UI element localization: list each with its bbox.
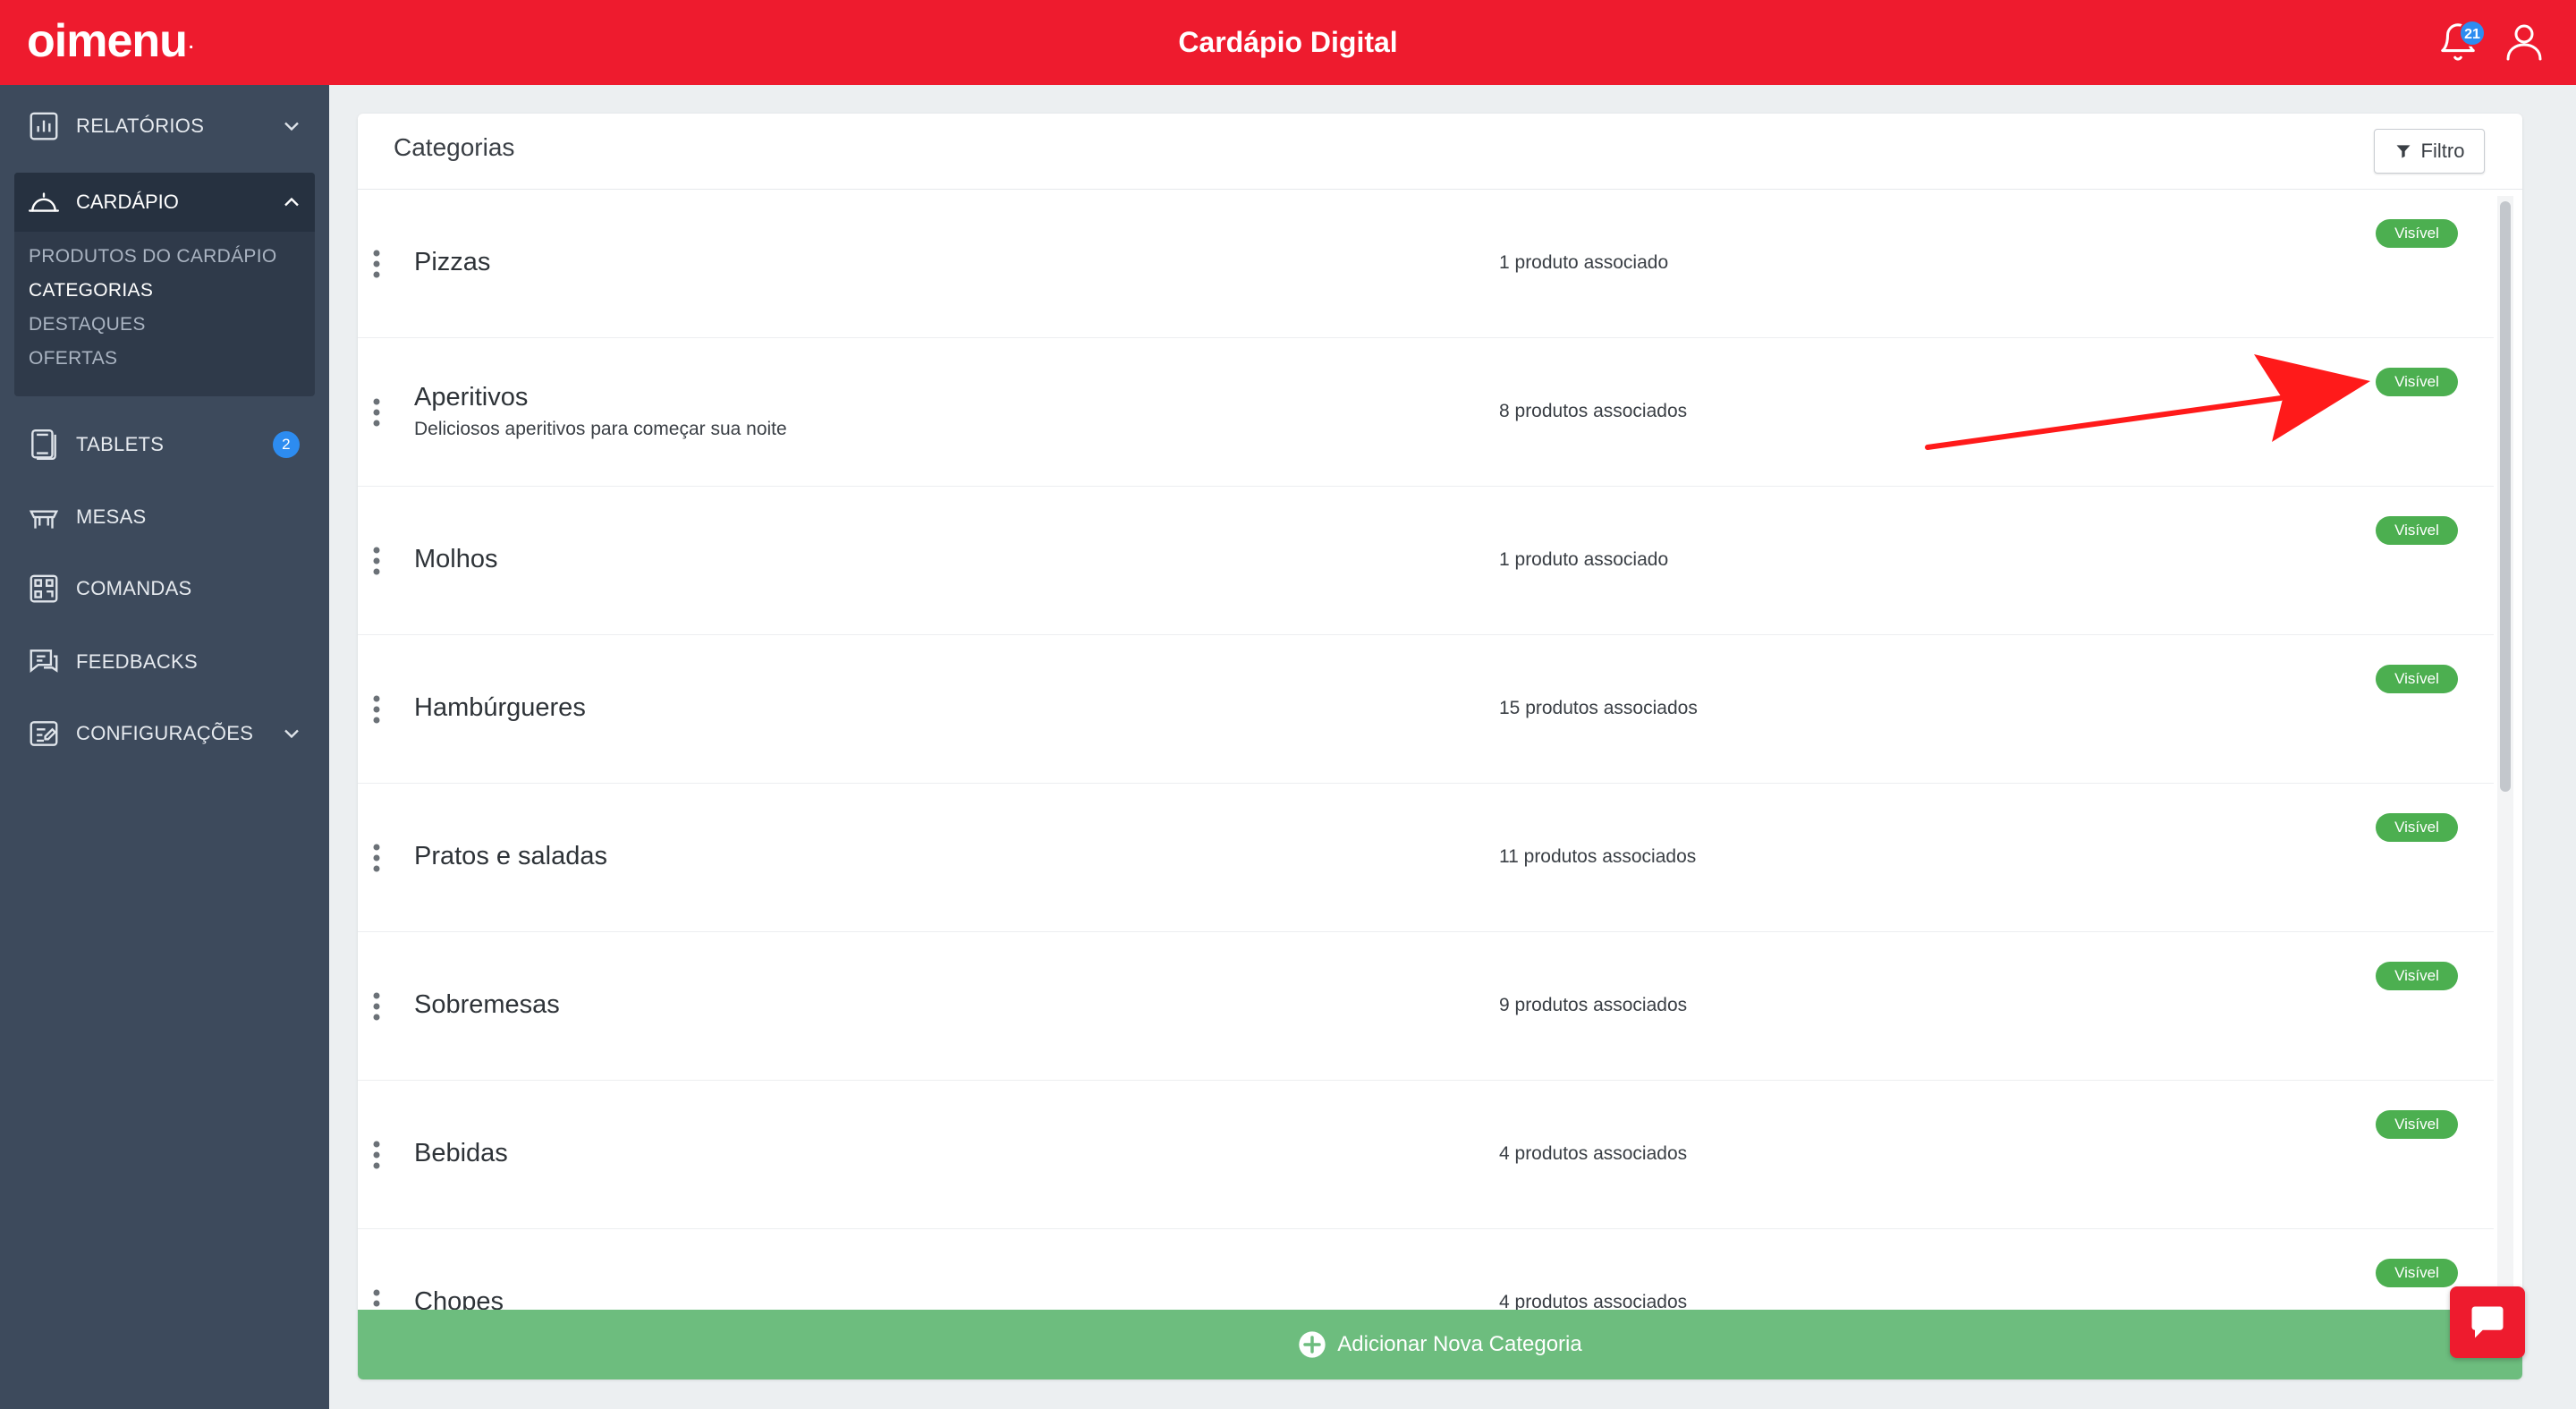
- app-title: Cardápio Digital: [1178, 26, 1398, 58]
- settings-icon: [30, 721, 58, 746]
- status-badge[interactable]: Visível: [2376, 1110, 2458, 1139]
- table-row[interactable]: Bebidas 4 produtos associados Visível: [358, 1081, 2494, 1229]
- category-count: 1 produto associado: [1499, 549, 1669, 570]
- category-name: Sobremesas: [414, 990, 560, 1019]
- table-icon: [29, 510, 59, 529]
- drag-handle-icon[interactable]: [372, 695, 381, 724]
- notification-badge: 21: [2459, 20, 2486, 47]
- status-badge[interactable]: Visível: [2376, 516, 2458, 545]
- status-badge[interactable]: Visível: [2376, 813, 2458, 842]
- category-name: Molhos: [414, 545, 498, 573]
- sidebar-item-label: RELATÓRIOS: [76, 115, 205, 137]
- table-row[interactable]: Hambúrgueres 15 produtos associados Visí…: [358, 635, 2494, 784]
- sidebar-item-configuracoes[interactable]: CONFIGURAÇÕES: [0, 704, 329, 763]
- add-category-button[interactable]: Adicionar Nova Categoria: [358, 1310, 2522, 1379]
- logo-text: oimenu: [27, 15, 188, 67]
- status-badge[interactable]: Visível: [2376, 665, 2458, 693]
- card-header: Categorias Filtro: [358, 114, 2522, 190]
- annotation-arrow-icon: [1925, 354, 2370, 450]
- chat-icon: [2471, 1306, 2504, 1338]
- top-bar: oimenu. Cardápio Digital 21: [0, 0, 2576, 85]
- sidebar: RELATÓRIOS CARDÁPIO PRODUTOS DO CARDÁPIO…: [0, 85, 329, 1409]
- submenu-ofertas[interactable]: OFERTAS: [29, 348, 117, 369]
- chevron-down-icon: [284, 729, 299, 739]
- submenu-categorias[interactable]: CATEGORIAS: [29, 280, 153, 301]
- table-row[interactable]: Pratos e saladas 11 produtos associados …: [358, 784, 2494, 932]
- category-name: Pratos e saladas: [414, 842, 608, 870]
- status-badge[interactable]: Visível: [2376, 1259, 2458, 1287]
- oimenu-logo[interactable]: oimenu.: [27, 15, 193, 67]
- category-count: 1 produto associado: [1499, 252, 1669, 273]
- drag-handle-icon[interactable]: [372, 844, 381, 872]
- sidebar-item-label: TABLETS: [76, 433, 165, 455]
- category-name: Bebidas: [414, 1139, 508, 1167]
- cloche-icon: [28, 192, 60, 212]
- category-name: Aperitivos: [414, 383, 529, 412]
- filter-button[interactable]: Filtro: [2374, 129, 2485, 174]
- tablets-badge: 2: [273, 431, 300, 458]
- logo-dot: .: [188, 33, 193, 53]
- submenu-produtos[interactable]: PRODUTOS DO CARDÁPIO: [29, 246, 276, 267]
- chat-widget-button[interactable]: [2450, 1286, 2525, 1358]
- submenu-destaques[interactable]: DESTAQUES: [29, 314, 146, 335]
- filter-label: Filtro: [2420, 140, 2465, 162]
- status-badge[interactable]: Visível: [2376, 219, 2458, 248]
- drag-handle-icon[interactable]: [372, 250, 381, 278]
- sidebar-item-label: COMANDAS: [76, 577, 192, 599]
- category-count: 11 produtos associados: [1499, 846, 1697, 867]
- sidebar-item-label: FEEDBACKS: [76, 650, 198, 673]
- add-category-label: Adicionar Nova Categoria: [1337, 1332, 1582, 1356]
- category-name: Pizzas: [414, 248, 491, 276]
- scrollbar-thumb[interactable]: [2500, 201, 2511, 792]
- status-badge[interactable]: Visível: [2376, 962, 2458, 990]
- sidebar-item-relatorios[interactable]: RELATÓRIOS: [0, 97, 329, 156]
- chevron-up-icon: [284, 197, 299, 207]
- sidebar-item-feedbacks[interactable]: FEEDBACKS: [0, 632, 329, 692]
- category-count: 4 produtos associados: [1499, 1143, 1688, 1164]
- sidebar-item-label: CARDÁPIO: [76, 191, 179, 213]
- sidebar-item-tablets[interactable]: TABLETS 2: [0, 415, 329, 474]
- report-icon: [30, 112, 58, 140]
- sidebar-item-comandas[interactable]: COMANDAS: [0, 559, 329, 618]
- page-title: Categorias: [394, 133, 515, 161]
- sidebar-item-label: MESAS: [76, 505, 147, 528]
- drag-handle-icon[interactable]: [372, 398, 381, 427]
- chevron-down-icon: [284, 122, 299, 132]
- filter-icon: [2396, 145, 2411, 158]
- cardapio-submenu: CARDÁPIO PRODUTOS DO CARDÁPIO CATEGORIAS…: [14, 173, 315, 396]
- drag-handle-icon[interactable]: [372, 992, 381, 1021]
- table-row[interactable]: Sobremesas 9 produtos associados Visível: [358, 932, 2494, 1081]
- category-name: Hambúrgueres: [414, 693, 586, 722]
- drag-handle-icon[interactable]: [372, 547, 381, 575]
- tablet-icon: [31, 429, 56, 461]
- sidebar-item-mesas[interactable]: MESAS: [0, 488, 329, 547]
- category-description: Deliciosos aperitivos para começar sua n…: [414, 419, 787, 439]
- chat-bubble-icon: [30, 649, 58, 673]
- plus-circle-icon: [1299, 1331, 1326, 1358]
- user-icon[interactable]: [2503, 20, 2546, 63]
- qr-code-icon: [30, 574, 58, 603]
- table-row[interactable]: Pizzas 1 produto associado Visível: [358, 190, 2494, 338]
- scrollbar[interactable]: [2497, 196, 2513, 1359]
- category-count: 9 produtos associados: [1499, 995, 1688, 1015]
- drag-handle-icon[interactable]: [372, 1141, 381, 1169]
- sidebar-item-cardapio[interactable]: CARDÁPIO: [14, 173, 315, 232]
- sidebar-item-label: CONFIGURAÇÕES: [76, 722, 254, 744]
- category-count: 8 produtos associados: [1499, 401, 1688, 421]
- categories-card: Categorias Filtro Pizzas 1 produto assoc…: [358, 114, 2522, 1379]
- table-row[interactable]: Molhos 1 produto associado Visível: [358, 487, 2494, 635]
- category-count: 15 produtos associados: [1499, 698, 1698, 718]
